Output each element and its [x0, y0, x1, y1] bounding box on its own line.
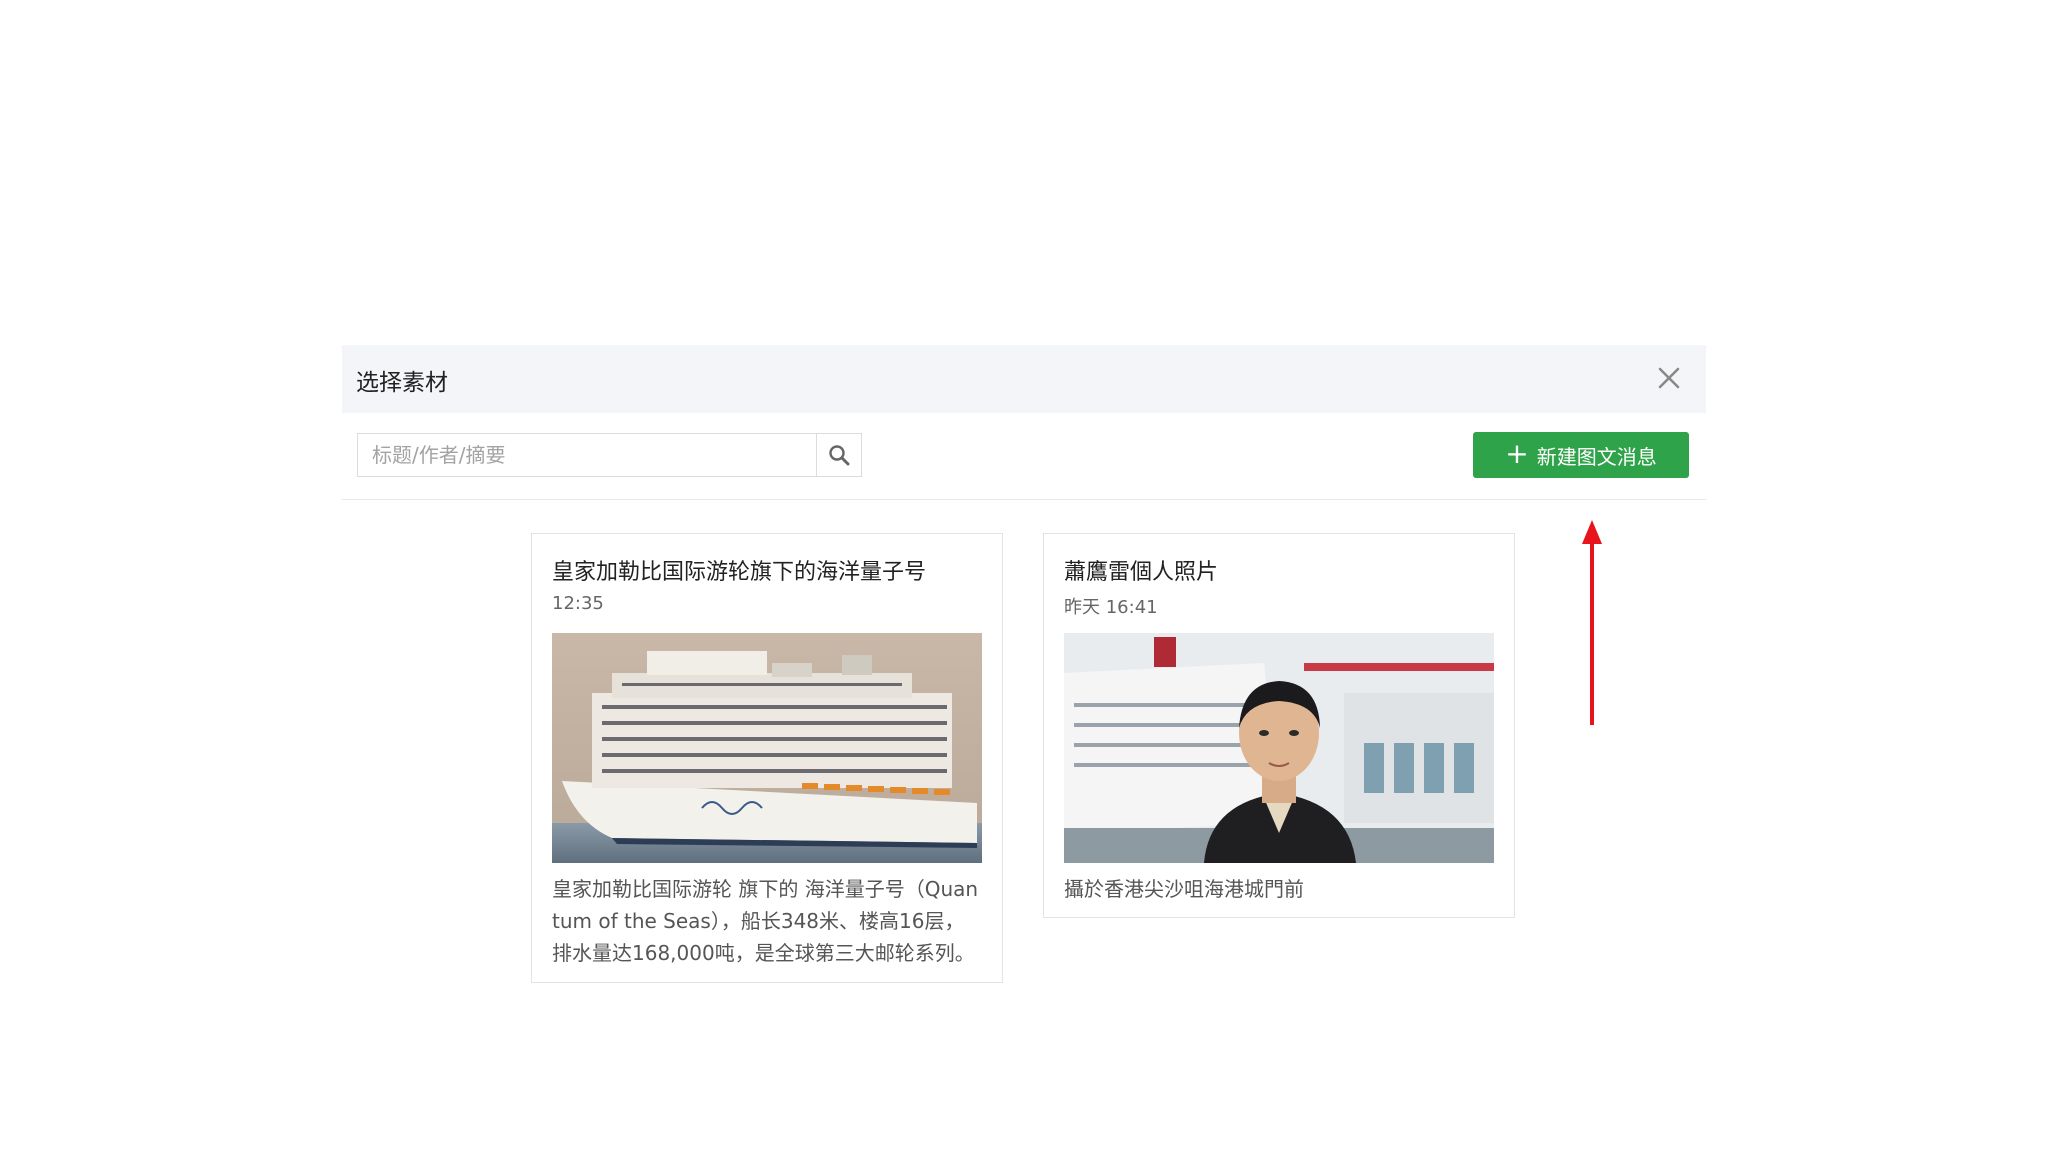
person-portrait-image: [1064, 633, 1494, 863]
card-time: 12:35: [552, 593, 604, 614]
card-title: 蕭鷹雷個人照片: [1064, 560, 1219, 585]
close-icon[interactable]: [1654, 363, 1684, 393]
material-card[interactable]: 皇家加勒比国际游轮旗下的海洋量子号 12:35 皇家加勒比国际游轮 旗下的 海洋…: [531, 533, 1003, 983]
search-box: [357, 433, 862, 477]
new-article-label: 新建图文消息: [1536, 444, 1657, 469]
card-time: 昨天 16:41: [1064, 597, 1158, 618]
annotation-arrow-icon: [1580, 520, 1604, 725]
card-description: 攝於香港尖沙咀海港城門前: [1064, 873, 1500, 905]
card-description: 皇家加勒比国际游轮 旗下的 海洋量子号（Quan tum of the Seas…: [552, 873, 988, 969]
material-card[interactable]: 蕭鷹雷個人照片 昨天 16:41 攝於香港尖沙咀海港城門前: [1043, 533, 1515, 918]
search-input[interactable]: [358, 434, 818, 476]
plus-icon: +: [1505, 436, 1529, 470]
new-article-button[interactable]: + 新建图文消息: [1473, 432, 1689, 478]
dialog-header: 选择素材: [342, 345, 1706, 413]
card-description-line: 皇家加勒比国际游轮 旗下的 海洋量子号（Quan: [552, 877, 979, 901]
card-title: 皇家加勒比国际游轮旗下的海洋量子号: [552, 560, 927, 585]
dialog-title: 选择素材: [356, 370, 448, 396]
cruise-ship-image: [552, 633, 982, 863]
card-description-line: 攝於香港尖沙咀海港城門前: [1064, 877, 1304, 901]
card-description-line: tum of the Seas），船长348米、楼高16层，: [552, 909, 965, 933]
search-icon[interactable]: [816, 434, 861, 476]
card-description-line: 排水量达168,000吨，是全球第三大邮轮系列。: [552, 941, 975, 965]
